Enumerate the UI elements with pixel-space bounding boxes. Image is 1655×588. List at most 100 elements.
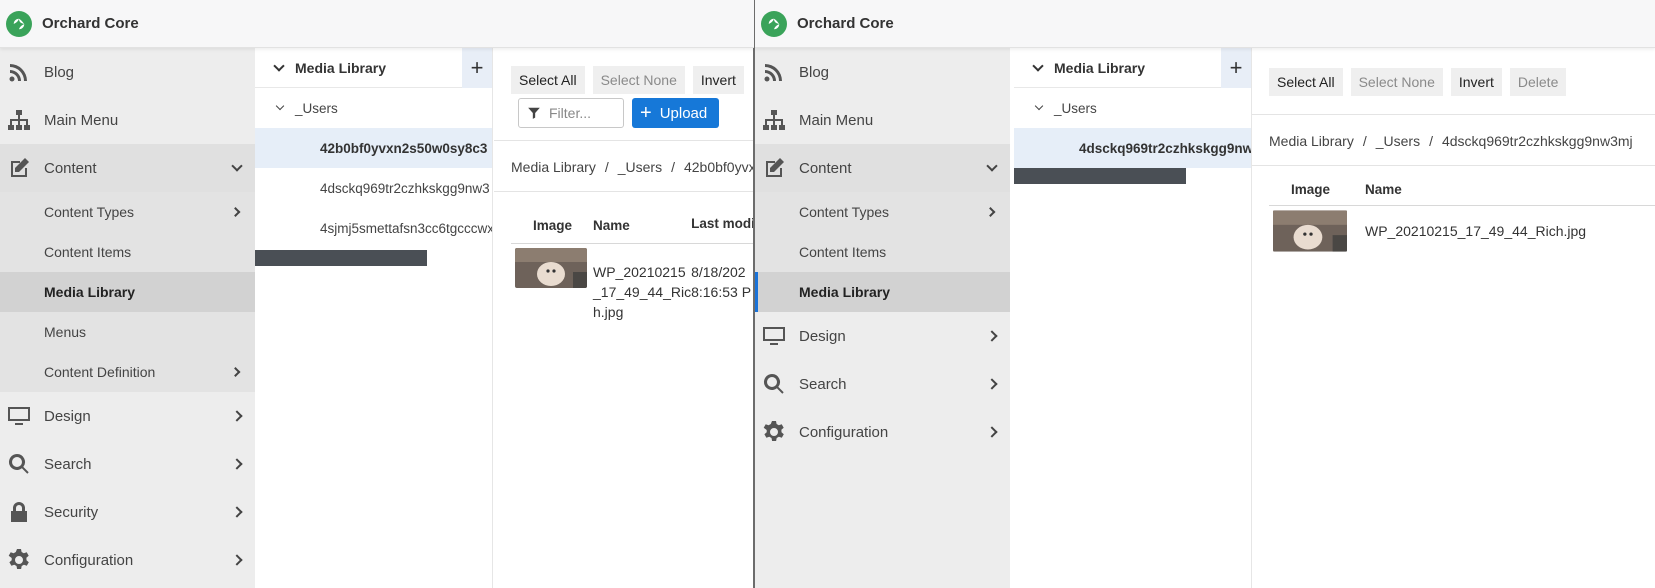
search-icon <box>6 451 32 477</box>
breadcrumb-item[interactable]: 42b0bf0yvxn <box>684 159 754 175</box>
chevron-right-icon <box>231 554 243 566</box>
sidebar-item-configuration[interactable]: Configuration <box>0 536 255 584</box>
subnav-content-types[interactable]: Content Types <box>0 192 255 232</box>
subnav-media-library[interactable]: Media Library <box>0 272 255 312</box>
monitor-icon <box>761 323 787 349</box>
sidebar-item-design[interactable]: Design <box>0 392 255 440</box>
column-header-last-modified[interactable]: Last modific <box>691 214 754 244</box>
table-row[interactable]: WP_20210215_17_49_44_Rich.jpg <box>1269 206 1655 253</box>
tree-item[interactable]: 4dsckq969tr2czhkskgg9nw3 <box>255 168 492 208</box>
content-submenu: Content Types Content Items Media Librar… <box>0 192 255 392</box>
add-folder-button[interactable]: + <box>1221 48 1251 88</box>
tree-folder-users[interactable]: _Users <box>255 88 492 128</box>
chevron-down-icon[interactable] <box>273 59 285 72</box>
chevron-right-icon <box>231 410 243 422</box>
subnav-content-items[interactable]: Content Items <box>0 232 255 272</box>
chevron-down-icon <box>986 160 998 172</box>
sidebar-item-label: Design <box>44 407 91 425</box>
media-table: Image Name WP_20210215_17_49_44_Rich.jpg <box>1269 182 1655 252</box>
sidebar-item-label: Security <box>44 503 99 521</box>
breadcrumb-item[interactable]: _Users <box>1376 133 1420 149</box>
chevron-right-icon <box>986 330 998 342</box>
filter-field[interactable] <box>518 98 624 128</box>
sidebar-item-label: Search <box>44 455 92 473</box>
sidebar-item-content[interactable]: Content <box>0 144 255 192</box>
chevron-right-icon <box>231 458 243 470</box>
tree-item[interactable]: 4sjmj5smettafsn3cc6tgcccwx <box>255 208 492 248</box>
horizontal-scrollbar[interactable] <box>255 250 427 266</box>
subnav-label: Content Types <box>44 204 135 220</box>
subnav-menus[interactable]: Menus <box>0 312 255 352</box>
subnav-media-library[interactable]: Media Library <box>755 272 1010 312</box>
orchard-logo-icon[interactable] <box>6 10 32 37</box>
sidebar-item-content[interactable]: Content <box>755 144 1010 192</box>
brand-name[interactable]: Orchard Core <box>797 15 894 32</box>
subnav-content-types[interactable]: Content Types <box>755 192 1010 232</box>
sidebar-item-blog[interactable]: Blog <box>0 48 255 96</box>
sidebar-item-main-menu[interactable]: Main Menu <box>755 96 1010 144</box>
breadcrumb-item[interactable]: _Users <box>618 159 662 175</box>
tree-item[interactable]: 42b0bf0yvxn2s50w0sy8c3 <box>255 128 492 168</box>
monitor-icon <box>6 403 32 429</box>
sidebar-item-search[interactable]: Search <box>755 360 1010 408</box>
sidebar-item-label: Main Menu <box>44 111 119 129</box>
invert-button[interactable]: Invert <box>1450 68 1502 96</box>
breadcrumb-item[interactable]: Media Library <box>1269 133 1354 149</box>
subnav-content-items[interactable]: Content Items <box>755 232 1010 272</box>
breadcrumb-item[interactable]: 4dsckq969tr2czhkskgg9nw3mj <box>1442 133 1633 149</box>
content-submenu: Content Types Content Items Media Librar… <box>755 192 1010 312</box>
tree-folder-users[interactable]: _Users <box>1014 88 1251 128</box>
select-all-button[interactable]: Select All <box>511 66 585 94</box>
sidebar-item-main-menu[interactable]: Main Menu <box>0 96 255 144</box>
subnav-content-definition[interactable]: Content Definition <box>0 352 255 392</box>
admin-sidebar: Blog Main Menu Content Content Types Con… <box>0 48 255 588</box>
rss-icon <box>761 59 787 85</box>
sitemap-icon <box>761 107 787 133</box>
folder-tree: Media Library + _Users 4dsckq969tr2czhks… <box>1014 48 1252 588</box>
tree-item[interactable]: 4dsckq969tr2czhkskgg9nw <box>1014 128 1251 168</box>
top-navbar: Orchard Core <box>755 0 1655 48</box>
sidebar-item-label: Blog <box>44 63 75 81</box>
chevron-down-icon[interactable] <box>275 101 285 111</box>
sidebar-item-security[interactable]: Security <box>0 488 255 536</box>
column-header-name[interactable]: Name <box>587 214 691 244</box>
column-header-image[interactable]: Image <box>511 214 587 244</box>
media-thumbnail[interactable] <box>515 248 587 288</box>
tree-root-media-library[interactable]: Media Library + <box>1014 48 1251 88</box>
breadcrumb-item[interactable]: Media Library <box>511 159 596 175</box>
tree-root-media-library[interactable]: Media Library + <box>255 48 492 88</box>
brand-name[interactable]: Orchard Core <box>42 15 139 32</box>
sidebar-item-configuration[interactable]: Configuration <box>755 408 1010 456</box>
gear-icon <box>761 419 787 445</box>
subnav-label: Media Library <box>44 284 136 300</box>
media-thumbnail[interactable] <box>1273 210 1347 252</box>
folder-tree: Media Library + _Users 42b0bf0yvxn2s50w0… <box>255 48 493 588</box>
sidebar-item-search[interactable]: Search <box>0 440 255 488</box>
select-all-button[interactable]: Select All <box>1269 68 1343 96</box>
filter-input[interactable] <box>549 105 619 121</box>
tree-folder-label: _Users <box>295 100 338 116</box>
horizontal-scrollbar[interactable] <box>1014 168 1186 184</box>
plus-icon: + <box>640 102 652 124</box>
table-row[interactable]: WP_20210215 _17_49_44_Ric h.jpg 8/18/202… <box>511 244 754 323</box>
column-header-name[interactable]: Name <box>1361 182 1655 206</box>
upload-button[interactable]: + Upload <box>632 98 720 128</box>
chevron-down-icon[interactable] <box>1034 101 1044 111</box>
sidebar-item-label: Design <box>799 327 846 345</box>
tree-item-label: 4sjmj5smettafsn3cc6tgcccwx <box>320 220 493 236</box>
invert-button[interactable]: Invert <box>692 66 744 94</box>
media-file-name: WP_20210215_17_49_44_Rich.jpg <box>1365 223 1587 239</box>
sitemap-icon <box>6 107 32 133</box>
sidebar-item-design[interactable]: Design <box>755 312 1010 360</box>
tree-item-label: 42b0bf0yvxn2s50w0sy8c3 <box>320 140 488 156</box>
column-header-image[interactable]: Image <box>1269 182 1361 206</box>
right-window: Orchard Core Blog Main Menu Content Cont… <box>755 0 1655 588</box>
select-none-button[interactable]: Select None <box>592 66 685 94</box>
sidebar-item-label: Content <box>44 159 97 177</box>
add-folder-button[interactable]: + <box>462 48 492 88</box>
orchard-logo-icon[interactable] <box>761 10 787 37</box>
select-none-button[interactable]: Select None <box>1350 68 1443 96</box>
chevron-down-icon[interactable] <box>1032 59 1044 72</box>
sidebar-item-blog[interactable]: Blog <box>755 48 1010 96</box>
delete-button[interactable]: Delete <box>1509 68 1567 96</box>
